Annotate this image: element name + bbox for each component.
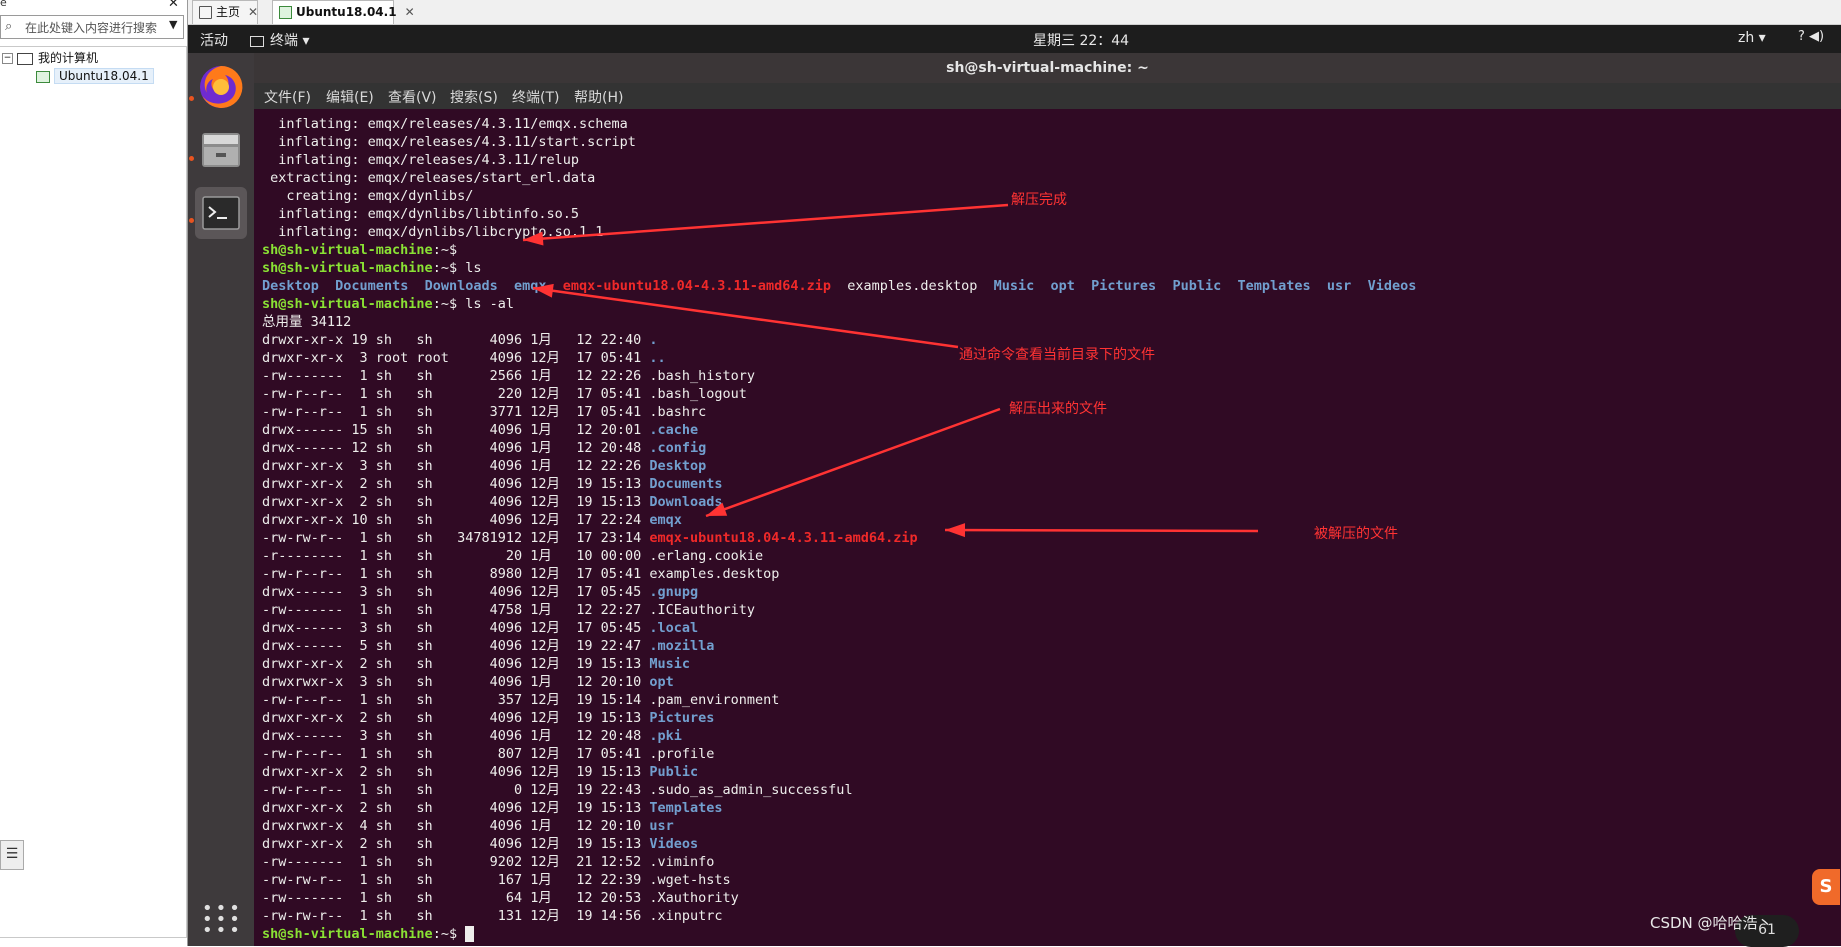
tree-node-vm[interactable]: Ubuntu18.04.1 [36, 68, 154, 84]
home-icon [199, 5, 212, 19]
library-tree: − 我的计算机 Ubuntu18.04.1 [0, 46, 187, 938]
annotation-extracted-files: 解压出来的文件 [1009, 401, 1107, 417]
annotation-arrow-line [532, 286, 959, 349]
sogou-ime-icon[interactable]: S [1812, 869, 1840, 905]
tab-home[interactable]: 主页 ✕ [192, 0, 258, 24]
vm-tab-bar: 主页 ✕ Ubuntu18.04.1 ✕ [188, 0, 1841, 25]
annotation-arrow-line [705, 407, 1001, 518]
tree-label-vm: Ubuntu18.04.1 [54, 68, 154, 84]
csdn-watermark: CSDN @哈哈浩丶 [1650, 914, 1773, 932]
vm-library-panel: e ✕ ⌕ 在此处键入内容进行搜索 ▼ − 我的计算机 Ubuntu18.04.1… [0, 0, 188, 946]
library-header-fragment: e [0, 0, 7, 9]
library-header: e ✕ [0, 0, 187, 12]
search-dropdown-icon[interactable]: ▼ [169, 18, 177, 31]
collapse-icon[interactable]: − [2, 53, 13, 64]
annotation-arrow-line [944, 528, 1259, 533]
tree-node-my-computer[interactable]: − 我的计算机 [2, 49, 98, 66]
annotation-arrow-head [945, 523, 966, 538]
tab-ubuntu-label: Ubuntu18.04.1 [296, 5, 397, 19]
library-close-icon[interactable]: ✕ [168, 0, 179, 11]
annotation-arrows [522, 203, 1259, 538]
ubuntu-screen: 活动 终端 ▾ 星期三 22：44 zh ▾ ? ◀) ••• ••• ••• … [188, 25, 1841, 946]
annotation-list-command: 通过命令查看当前目录下的文件 [959, 347, 1155, 363]
tab-ubuntu-close-icon[interactable]: ✕ [405, 5, 415, 19]
vm-icon [36, 70, 50, 83]
computer-icon [17, 52, 33, 65]
annotation-zipped-file: 被解压的文件 [1314, 526, 1398, 542]
annotation-arrow-head [533, 283, 554, 298]
library-menu-icon[interactable]: ☰ [0, 840, 24, 870]
annotation-arrow-head [706, 502, 728, 516]
tree-label-my-computer: 我的计算机 [38, 51, 99, 65]
search-placeholder: 在此处键入内容进行搜索 [25, 21, 158, 35]
annotation-arrow-line [522, 203, 1009, 242]
library-search-input[interactable]: ⌕ 在此处键入内容进行搜索 ▼ [0, 15, 184, 39]
annotation-unzip-done: 解压完成 [1011, 192, 1067, 208]
tab-home-label: 主页 [216, 5, 241, 19]
vm-tab-icon [279, 5, 292, 19]
tab-home-close-icon[interactable]: ✕ [248, 5, 258, 19]
search-icon: ⌕ [5, 19, 13, 34]
tab-ubuntu[interactable]: Ubuntu18.04.1 ✕ [272, 0, 415, 24]
